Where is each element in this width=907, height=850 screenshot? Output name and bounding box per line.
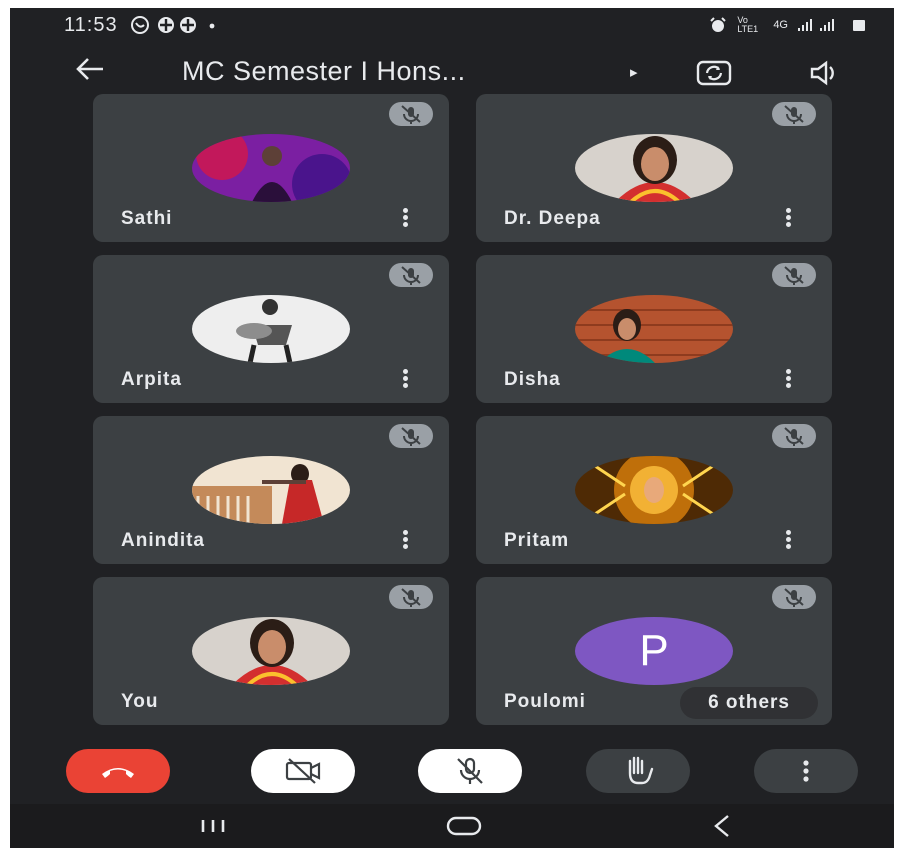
participant-tile[interactable]: Dr. Deepa: [476, 94, 832, 242]
raise-hand-icon: [628, 756, 654, 785]
volte-label: Vo LTE1: [737, 15, 759, 34]
more-vert-icon[interactable]: [401, 208, 409, 228]
muted-mic-icon: [389, 102, 433, 126]
participant-name: Arpita: [121, 369, 182, 390]
participant-name: Poulomi: [504, 691, 586, 712]
meet-screen: 11:53 Vo LTE1 4G MC Semester I Hons... ▸…: [10, 8, 894, 848]
avatar: [192, 134, 350, 202]
muted-mic-icon: [772, 424, 816, 448]
participant-name: You: [121, 691, 159, 712]
avatar: [192, 456, 350, 524]
more-vert-icon[interactable]: [784, 208, 792, 228]
back-nav-icon[interactable]: [692, 808, 752, 844]
more-vert-icon: [803, 760, 809, 782]
participant-tile[interactable]: Disha: [476, 255, 832, 403]
more-options-button[interactable]: [754, 749, 858, 793]
status-bar: 11:53 Vo LTE1 4G: [10, 8, 894, 42]
title-caret-icon[interactable]: ▸: [630, 63, 638, 81]
raise-hand-button[interactable]: [586, 749, 690, 793]
system-nav-bar: [10, 804, 894, 848]
muted-mic-icon: [389, 585, 433, 609]
mic-toggle-button[interactable]: [418, 749, 522, 793]
participant-name: Sathi: [121, 208, 173, 229]
signal-icon: [798, 19, 834, 31]
muted-mic-icon: [772, 585, 816, 609]
mic-off-icon: [457, 757, 483, 784]
muted-mic-icon: [389, 424, 433, 448]
battery-icon: [853, 20, 865, 31]
participant-tile[interactable]: Pritam: [476, 416, 832, 564]
more-vert-icon[interactable]: [401, 530, 409, 550]
back-arrow-icon[interactable]: [68, 54, 112, 92]
participant-tile[interactable]: Sathi: [93, 94, 449, 242]
home-icon[interactable]: [434, 808, 494, 844]
participant-tile-self[interactable]: You: [93, 577, 449, 725]
end-call-button[interactable]: [66, 749, 170, 793]
speaker-icon[interactable]: [806, 56, 842, 90]
participant-name: Disha: [504, 369, 561, 390]
muted-mic-icon: [772, 263, 816, 287]
camera-off-icon: [285, 758, 321, 784]
others-count-chip[interactable]: 6 others: [680, 687, 818, 719]
notification-icons-svg: [131, 16, 215, 34]
switch-camera-icon[interactable]: [694, 55, 734, 91]
avatar: [192, 617, 350, 685]
participant-name: Anindita: [121, 530, 205, 551]
avatar: [575, 295, 733, 363]
more-vert-icon[interactable]: [401, 369, 409, 389]
participant-tile[interactable]: P Poulomi 6 others: [476, 577, 832, 725]
avatar-letter: P: [575, 617, 733, 685]
more-vert-icon[interactable]: [784, 369, 792, 389]
recents-icon[interactable]: [183, 808, 243, 844]
status-time: 11:53: [64, 14, 118, 36]
participant-tile[interactable]: Anindita: [93, 416, 449, 564]
notification-icons: [130, 14, 226, 41]
network-type: 4G: [773, 19, 788, 31]
participant-name: Dr. Deepa: [504, 208, 601, 229]
meeting-title[interactable]: MC Semester I Hons...: [182, 56, 466, 87]
muted-mic-icon: [772, 102, 816, 126]
participant-name: Pritam: [504, 530, 570, 551]
participant-tile[interactable]: Arpita: [93, 255, 449, 403]
alarm-icon: [710, 17, 727, 32]
end-call-icon: [102, 768, 134, 778]
camera-toggle-button[interactable]: [251, 749, 355, 793]
muted-mic-icon: [389, 263, 433, 287]
avatar: [575, 456, 733, 524]
more-vert-icon[interactable]: [784, 530, 792, 550]
avatar: [575, 134, 733, 202]
status-right: Vo LTE1 4G: [709, 16, 866, 34]
avatar: [192, 295, 350, 363]
